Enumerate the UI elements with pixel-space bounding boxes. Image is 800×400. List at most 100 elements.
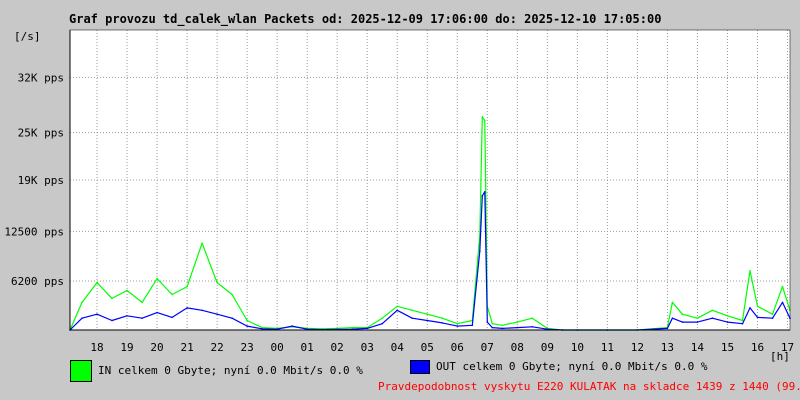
legend-out-swatch <box>410 360 430 374</box>
data-point-in <box>696 317 699 320</box>
probability-note: Pravdepodobnost vyskytu E220 KULATAK na … <box>378 380 800 393</box>
legend-in-label: IN celkem 0 Gbyte; nyní 0.0 Mbit/s 0.0 % <box>98 364 363 377</box>
x-tick-label: 20 <box>150 341 163 354</box>
data-point-in <box>491 322 494 325</box>
x-tick-label: 15 <box>721 341 734 354</box>
data-point-out <box>471 324 474 327</box>
data-point-out <box>516 326 519 329</box>
data-point-in <box>156 277 158 280</box>
data-point-in <box>201 242 203 244</box>
data-point-in <box>726 315 729 317</box>
y-tick-label: 6200 pps <box>11 275 64 288</box>
data-point-out <box>216 313 218 316</box>
data-point-in <box>96 281 98 284</box>
y-tick-label: 32K pps <box>18 71 64 84</box>
data-point-out <box>771 317 774 320</box>
data-point-in <box>171 293 173 296</box>
x-tick-label: 19 <box>120 341 133 354</box>
data-point-out <box>456 325 459 327</box>
x-tick-label: 01 <box>301 341 314 354</box>
data-point-in <box>396 305 399 308</box>
data-point-out <box>396 309 399 312</box>
data-point-out <box>111 319 113 322</box>
data-point-in <box>771 313 774 316</box>
data-point-out <box>696 321 699 323</box>
data-point-in <box>111 297 113 300</box>
x-tick-label: 14 <box>691 341 705 354</box>
x-tick-label: 04 <box>391 341 405 354</box>
data-point-out <box>426 319 429 322</box>
data-point-in <box>741 319 744 322</box>
data-point-in <box>484 120 486 122</box>
data-point-out <box>749 307 751 309</box>
x-tick-label: 08 <box>511 341 524 354</box>
y-tick-label: 19K pps <box>18 174 64 187</box>
y-tick-label: 12500 pps <box>4 225 64 238</box>
data-point-in <box>411 309 414 312</box>
data-point-in <box>381 317 384 320</box>
x-tick-label: 06 <box>451 341 464 354</box>
data-point-out <box>781 301 784 304</box>
data-point-in <box>441 317 444 320</box>
traffic-chart: 18 19 20 21 22 23 00 01 02 03 04 05 06 07 08 09 10 11 12 13… <box>4 29 794 354</box>
data-point-out <box>479 250 481 252</box>
x-tick-label: 00 <box>271 341 284 354</box>
x-tick-label: 11 <box>601 341 614 354</box>
data-point-in <box>186 285 188 288</box>
data-point-out <box>486 321 489 323</box>
data-point-out <box>501 327 504 330</box>
data-point-out <box>291 325 294 327</box>
x-tick-label: 13 <box>661 341 674 354</box>
x-tick-label: 22 <box>210 341 223 354</box>
data-point-in <box>351 326 354 329</box>
y-tick-label: 25K pps <box>18 127 64 140</box>
data-point-out <box>711 317 714 320</box>
data-point-out <box>681 321 684 323</box>
x-tick-label: 21 <box>180 341 193 354</box>
legend-out-label: OUT celkem 0 Gbyte; nyní 0.0 Mbit/s 0.0 … <box>436 360 708 373</box>
data-point-in <box>141 301 143 304</box>
data-point-in <box>216 281 218 284</box>
x-tick-label: 07 <box>481 341 494 354</box>
data-point-out <box>81 317 83 320</box>
x-tick-label: 12 <box>631 341 644 354</box>
x-tick-label: 16 <box>751 341 764 354</box>
data-point-in <box>756 305 759 308</box>
data-point-out <box>411 317 414 320</box>
data-point-in <box>501 324 504 327</box>
x-tick-label: 10 <box>571 341 584 354</box>
data-point-out <box>156 311 158 314</box>
data-point-out <box>726 321 729 323</box>
data-point-in <box>126 289 128 292</box>
x-tick-label: 17 <box>781 341 794 354</box>
x-tick-label: 23 <box>240 341 253 354</box>
data-point-out <box>261 328 263 330</box>
data-point-out <box>201 309 203 312</box>
data-point-out <box>484 191 486 193</box>
legend-out: OUT celkem 0 Gbyte; nyní 0.0 Mbit/s 0.0 … <box>410 360 708 374</box>
x-tick-label: 09 <box>541 341 554 354</box>
legend-in-swatch <box>70 360 92 382</box>
data-point-in <box>516 321 519 323</box>
data-point-out <box>126 315 128 317</box>
data-point-out <box>141 317 143 320</box>
data-point-in <box>671 301 674 304</box>
data-point-out <box>491 326 494 329</box>
data-point-out <box>741 322 744 325</box>
data-point-in <box>711 309 714 312</box>
legend-in: IN celkem 0 Gbyte; nyní 0.0 Mbit/s 0.0 % <box>70 360 363 382</box>
data-point-out <box>246 325 248 327</box>
data-point-out <box>381 322 384 325</box>
data-point-out <box>531 326 534 328</box>
data-point-in <box>456 322 459 325</box>
x-tick-label: 03 <box>361 341 374 354</box>
data-point-out <box>666 327 669 330</box>
data-point-out <box>186 307 188 309</box>
data-point-out <box>671 317 674 320</box>
data-point-out <box>481 195 484 197</box>
data-point-out <box>366 327 369 330</box>
data-point-in <box>481 116 484 118</box>
data-point-in <box>426 313 429 316</box>
data-point-in <box>246 319 248 322</box>
data-point-in <box>81 301 83 304</box>
